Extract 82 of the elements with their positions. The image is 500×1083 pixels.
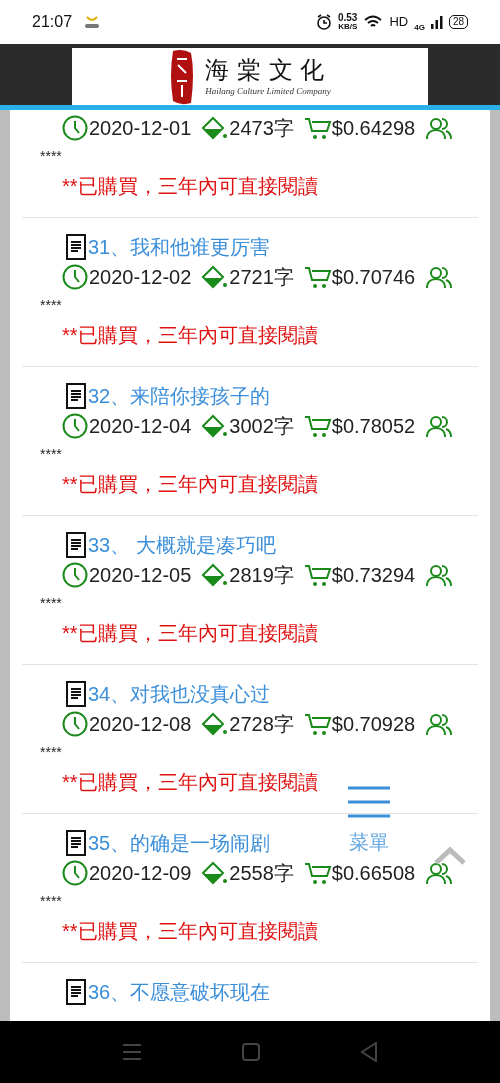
cart-icon xyxy=(303,264,332,290)
scroll-up-icon[interactable] xyxy=(433,846,467,866)
network-type-text: 4G xyxy=(414,22,425,34)
date-text: 2020-12-02 xyxy=(89,265,192,290)
users-icon xyxy=(425,860,454,886)
purchased-note: **已購買，三年內可直接閱讀 xyxy=(62,173,318,199)
stars-text: **** xyxy=(40,594,62,613)
clock-time: 21:07 xyxy=(32,12,73,32)
date-text: 2020-12-01 xyxy=(89,116,192,141)
clock-icon xyxy=(62,264,88,290)
document-icon xyxy=(66,383,86,409)
price-text: $0.70746 xyxy=(331,265,416,290)
back-icon[interactable] xyxy=(360,1042,378,1062)
cart-icon xyxy=(303,413,332,439)
users-icon xyxy=(425,711,454,737)
menu-icon[interactable] xyxy=(122,1043,142,1061)
word-count-text: 2558字 xyxy=(229,861,294,886)
paint-bucket-icon xyxy=(201,711,230,737)
app-notification-icon xyxy=(84,15,101,29)
clock-icon xyxy=(62,711,88,737)
purchased-note: **已購買，三年內可直接閱讀 xyxy=(62,322,318,348)
price-text: $0.78052 xyxy=(331,414,416,439)
price-text: $0.64298 xyxy=(331,116,416,141)
speed-unit-text: KB/S xyxy=(338,23,358,31)
hd-text: HD xyxy=(389,13,409,32)
paint-bucket-icon xyxy=(201,413,230,439)
word-count-text: 2473字 xyxy=(229,116,294,141)
chapter-title-link[interactable]: 35、的确是一场闹剧 xyxy=(88,828,271,858)
stars-text: **** xyxy=(40,147,62,166)
chapter-title-link[interactable]: 34、对我也没真心过 xyxy=(88,679,271,709)
document-icon xyxy=(66,234,86,260)
cart-icon xyxy=(303,711,332,737)
clock-icon xyxy=(62,115,88,141)
word-count-text: 2728字 xyxy=(229,712,294,737)
clock-icon xyxy=(62,860,88,886)
paint-bucket-icon xyxy=(201,264,230,290)
users-icon xyxy=(425,562,454,588)
stars-text: **** xyxy=(40,296,62,315)
document-icon xyxy=(66,979,86,1005)
stars-text: **** xyxy=(40,743,62,762)
date-text: 2020-12-08 xyxy=(89,712,192,737)
price-text: $0.66508 xyxy=(331,861,416,886)
chapter-title-link[interactable]: 33、 大概就是凑巧吧 xyxy=(88,530,276,560)
purchased-note: **已購買，三年內可直接閱讀 xyxy=(62,620,318,646)
users-icon xyxy=(425,264,454,290)
users-icon xyxy=(425,115,454,141)
chapter-title-link[interactable]: 32、来陪你接孩子的 xyxy=(88,381,271,411)
logo-title: 海 棠 文 化 xyxy=(205,54,325,85)
word-count-text: 2819字 xyxy=(229,563,294,588)
alarm-icon xyxy=(315,14,332,30)
chapter-title-link[interactable]: 31、我和他谁更厉害 xyxy=(88,232,271,262)
clock-icon xyxy=(62,413,88,439)
chapter-title-link[interactable]: 36、不愿意破坏现在 xyxy=(88,977,271,1007)
paint-bucket-icon xyxy=(201,860,230,886)
date-text: 2020-12-09 xyxy=(89,861,192,886)
stars-text: **** xyxy=(40,892,62,911)
menu-button[interactable]: 菜單 xyxy=(346,786,392,852)
date-text: 2020-12-05 xyxy=(89,563,192,588)
purchased-note: **已購買，三年內可直接閱讀 xyxy=(62,918,318,944)
cart-icon xyxy=(303,562,332,588)
document-icon xyxy=(66,681,86,707)
document-icon xyxy=(66,532,86,558)
battery-indicator: 28 xyxy=(448,15,468,29)
cart-icon xyxy=(303,115,332,141)
cart-icon xyxy=(303,860,332,886)
signal-icon xyxy=(430,15,443,29)
document-icon xyxy=(66,830,86,856)
stars-text: **** xyxy=(40,445,62,464)
purchased-note: **已購買，三年內可直接閱讀 xyxy=(62,471,318,497)
word-count-text: 2721字 xyxy=(229,265,294,290)
users-icon xyxy=(425,413,454,439)
clock-icon xyxy=(62,562,88,588)
paint-bucket-icon xyxy=(201,115,230,141)
word-count-text: 3002字 xyxy=(229,414,294,439)
purchased-note: **已購買，三年內可直接閱讀 xyxy=(62,769,318,795)
paint-bucket-icon xyxy=(201,562,230,588)
price-text: $0.70928 xyxy=(331,712,416,737)
price-text: $0.73294 xyxy=(331,563,416,588)
date-text: 2020-12-04 xyxy=(89,414,192,439)
home-icon[interactable] xyxy=(242,1043,260,1061)
network-speed-text: 0.53 xyxy=(337,13,358,23)
logo-subtitle: Hailang Culture Limited Company xyxy=(205,84,331,98)
